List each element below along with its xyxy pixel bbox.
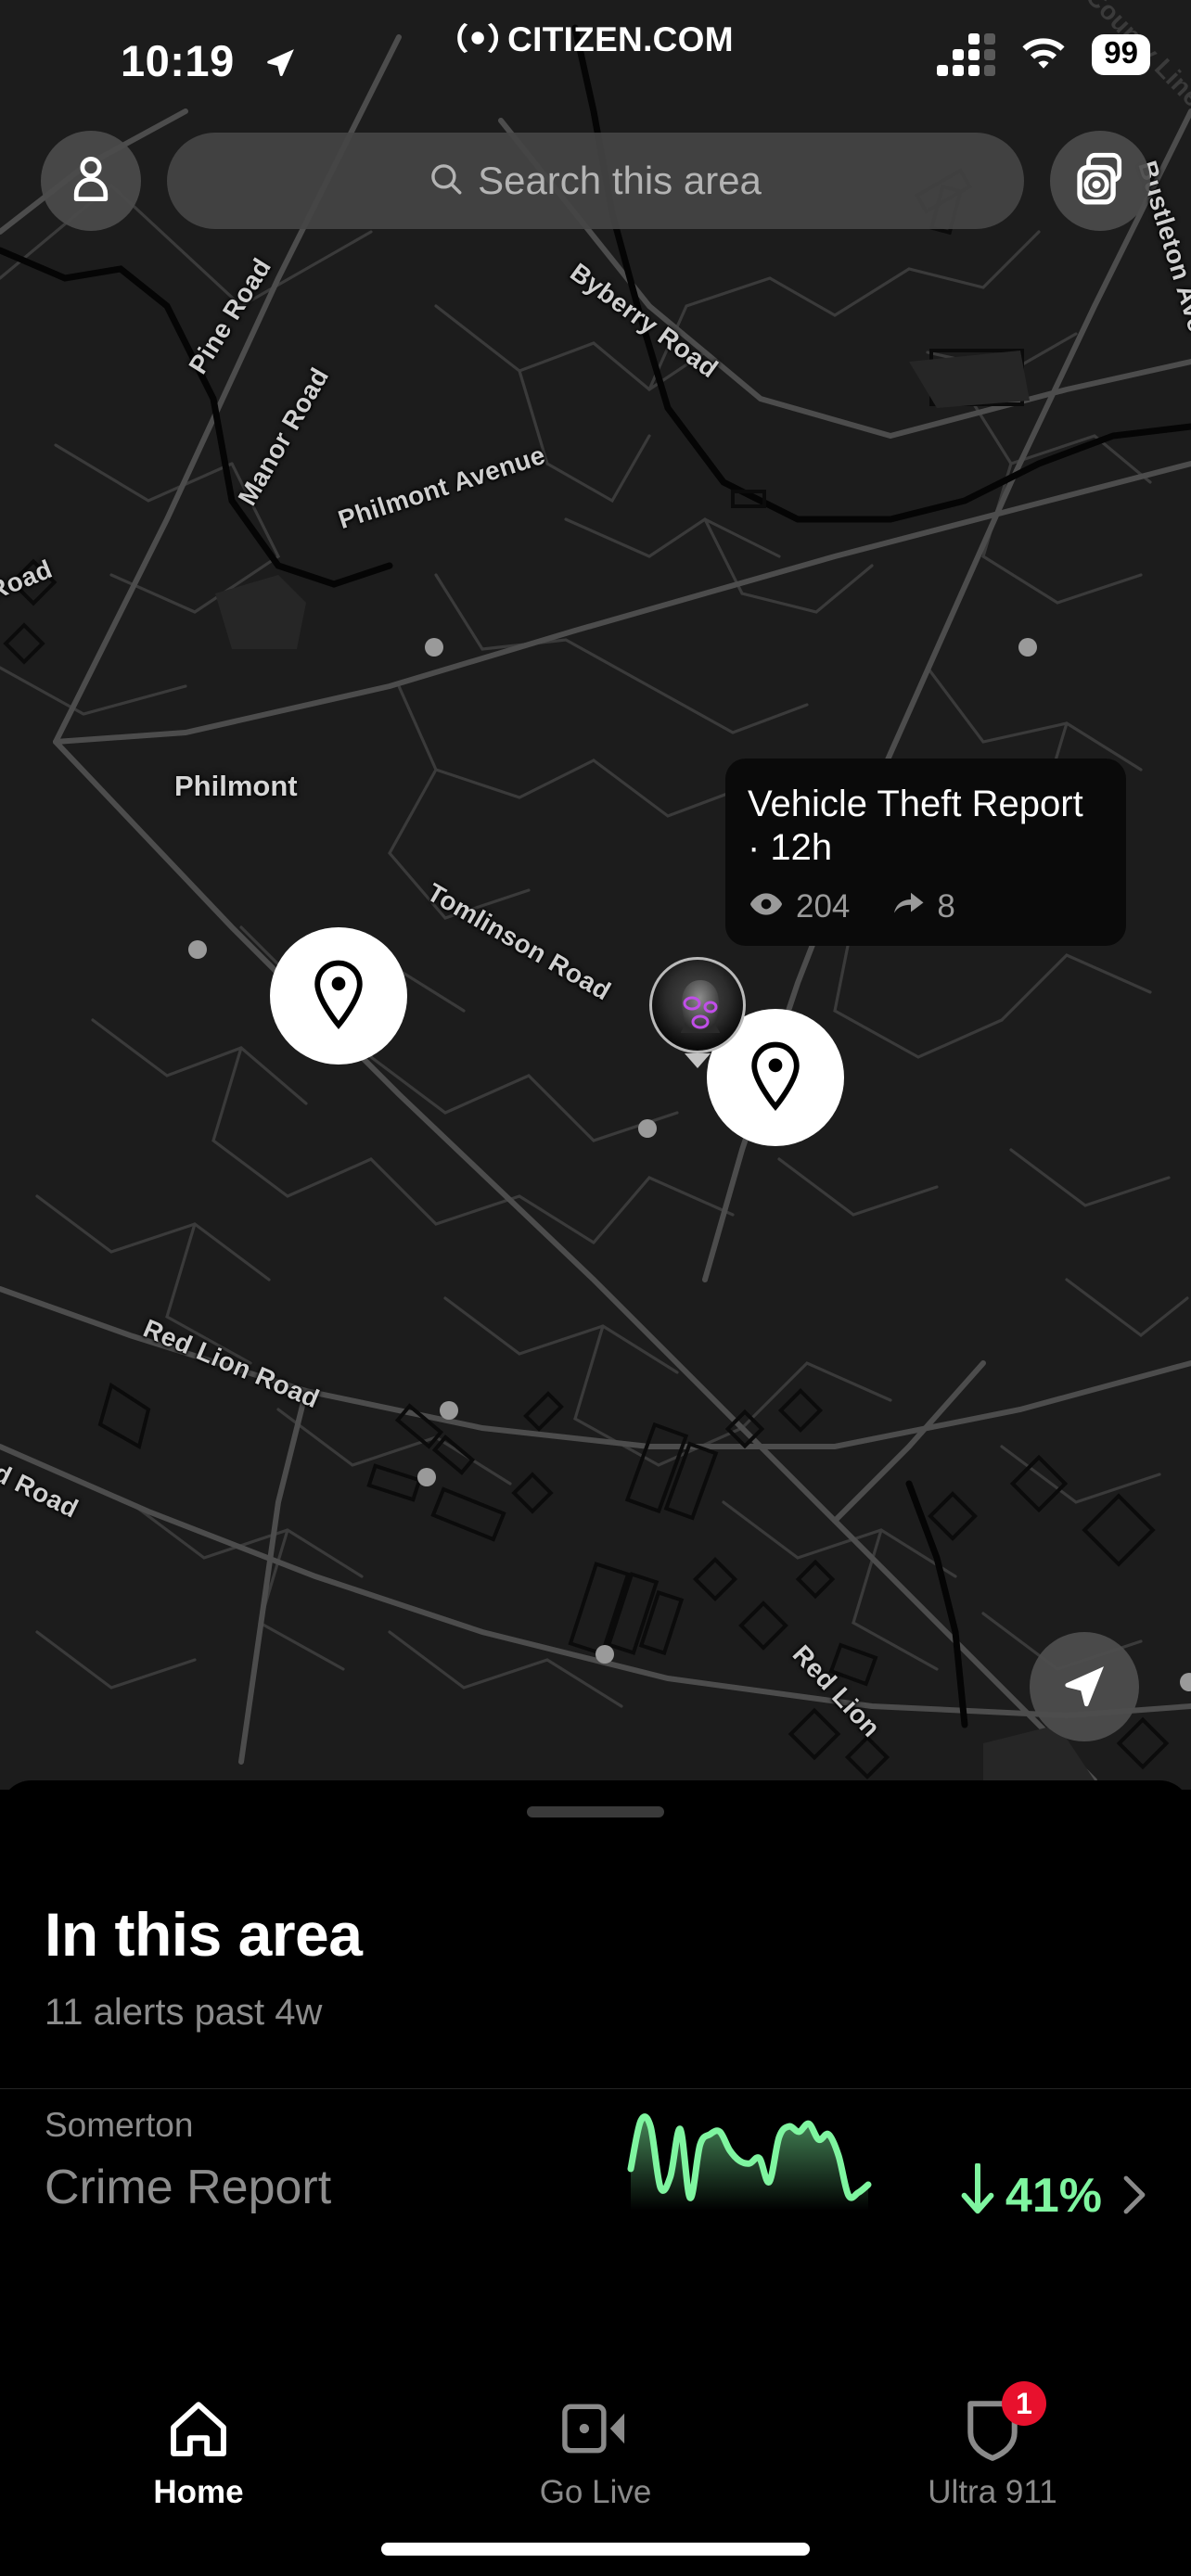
share-arrow-icon: [890, 888, 926, 925]
home-icon: [166, 2392, 231, 2465]
citizen-broadcast-icon: [457, 22, 499, 58]
live-broadcast-icon: [1075, 152, 1125, 210]
sheet-title: In this area: [45, 1900, 363, 1969]
chevron-right-icon[interactable]: [1122, 2174, 1146, 2220]
user-avatar-icon: [649, 957, 746, 1053]
trend-indicator: 41%: [961, 2162, 1102, 2227]
report-area-name: Somerton: [45, 2106, 194, 2144]
search-bar[interactable]: Search this area: [167, 133, 1024, 229]
map-poi-dot[interactable]: [596, 1645, 614, 1664]
alert-share-count: 8: [937, 888, 955, 925]
ultra-911-badge: 1: [1002, 2381, 1046, 2426]
alert-callout-card[interactable]: Vehicle Theft Report · 12h 204 8: [725, 759, 1126, 947]
alert-title: Vehicle Theft Report · 12h: [748, 784, 1083, 869]
location-arrow-icon: [263, 45, 298, 84]
crime-trend-sparkline: [627, 2113, 872, 2211]
arrow-down-icon: [961, 2162, 994, 2227]
map-poi-dot[interactable]: [417, 1468, 436, 1486]
map-place-label-philmont: Philmont: [174, 770, 298, 802]
brand-text: CITIZEN.COM: [507, 20, 734, 58]
map-avatar-marker[interactable]: [649, 957, 746, 1068]
wifi-icon: [1019, 34, 1068, 76]
map-poi-dot[interactable]: [440, 1401, 458, 1420]
citizen-app-screen: Pine Road Byberry Road Manor Road Philmo…: [0, 0, 1191, 2576]
crime-report-row[interactable]: Somerton Crime Report 41% Source: Philad…: [0, 2089, 1191, 2316]
tab-go-live-label: Go Live: [539, 2474, 652, 2510]
sheet-subtitle: 11 alerts past 4w: [45, 1992, 323, 2033]
map-pin-left[interactable]: [270, 927, 407, 1065]
video-icon: [561, 2392, 630, 2465]
tab-home[interactable]: Home: [0, 2372, 397, 2576]
locate-me-button[interactable]: [1030, 1632, 1139, 1741]
alert-view-count: 204: [796, 888, 851, 925]
map-pin-icon: [747, 1040, 804, 1116]
status-time: 10:19: [121, 36, 235, 85]
home-indicator: [381, 2543, 810, 2556]
sheet-drag-handle[interactable]: [527, 1806, 664, 1817]
status-indicators: 99: [937, 33, 1150, 76]
map-poi-dot[interactable]: [425, 638, 443, 657]
status-bar: 10:19 CITIZEN.COM 99: [0, 0, 1191, 102]
trend-percent: 41%: [1005, 2168, 1102, 2223]
map-poi-dot[interactable]: [638, 1119, 657, 1138]
tab-ultra-911-label: Ultra 911: [928, 2474, 1057, 2510]
profile-button[interactable]: [41, 131, 141, 231]
search-input[interactable]: Search this area: [478, 159, 762, 203]
report-title: Crime Report: [45, 2161, 332, 2214]
person-icon: [68, 154, 114, 209]
alert-stats: 204 8: [748, 888, 1104, 925]
map-poi-dot[interactable]: [188, 940, 207, 959]
navigation-arrow-icon: [1058, 1659, 1110, 1715]
brand-lockup: CITIZEN.COM: [457, 20, 734, 59]
search-icon: [429, 162, 463, 200]
tab-ultra-911[interactable]: 1 Ultra 911: [794, 2372, 1191, 2576]
shield-icon: 1: [965, 2381, 1046, 2465]
map-poi-dot[interactable]: [1018, 638, 1037, 657]
tab-home-label: Home: [153, 2474, 244, 2510]
map-pin-icon: [310, 959, 367, 1034]
avatar-marker-tail: [685, 1053, 711, 1068]
broadcast-button[interactable]: [1050, 131, 1150, 231]
eye-icon: [748, 888, 785, 925]
map-top-controls: Search this area: [0, 130, 1191, 232]
cellular-bars-icon: [937, 33, 996, 76]
battery-indicator: 99: [1092, 34, 1150, 75]
